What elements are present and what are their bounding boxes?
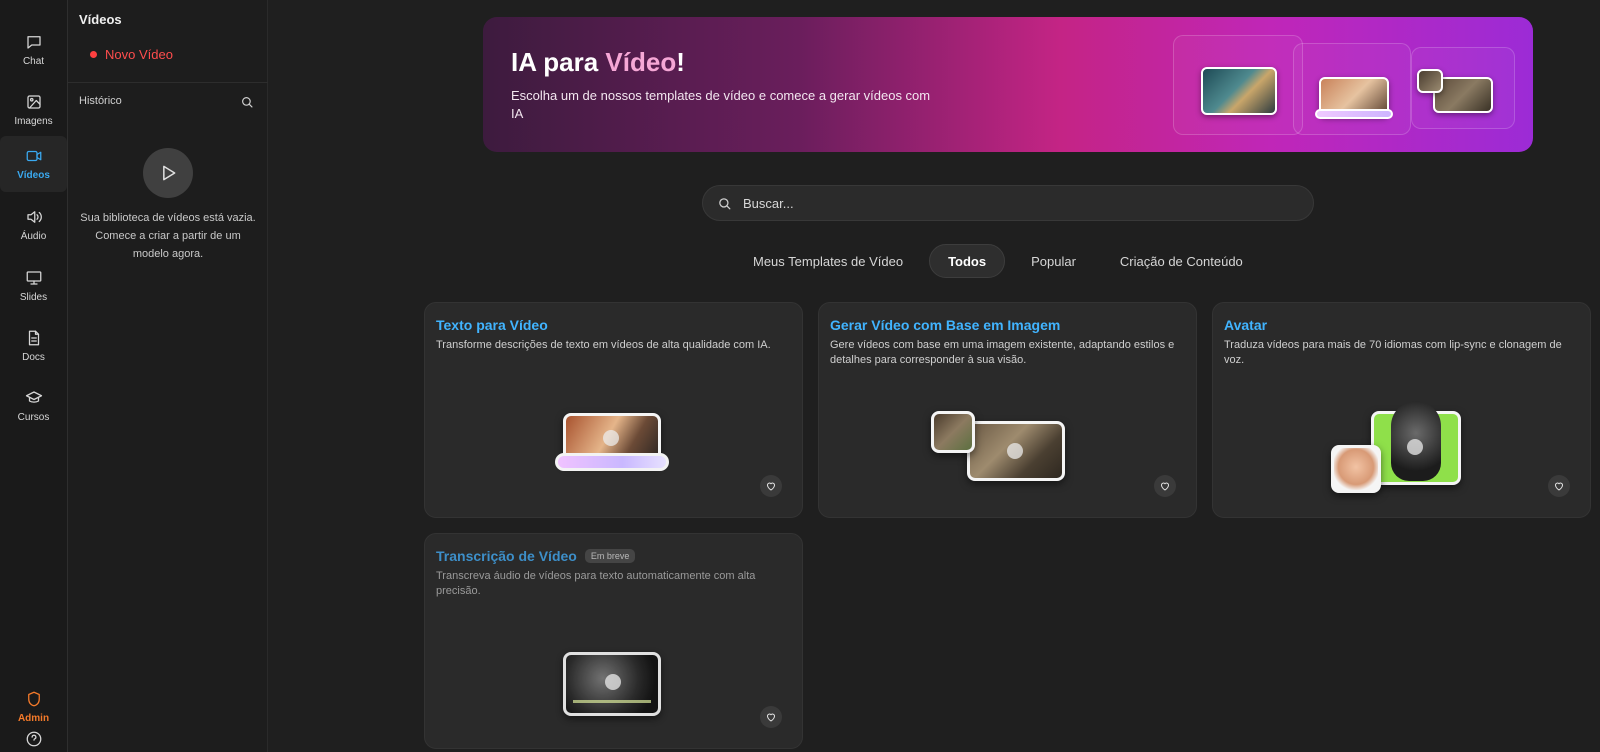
new-video-button[interactable]: Novo Vídeo [90, 47, 173, 62]
new-video-label: Novo Vídeo [105, 47, 173, 62]
nav-item-admin[interactable]: Admin [0, 679, 67, 735]
nav-item-label: Áudio [20, 231, 47, 242]
nav-item-docs[interactable]: Docs [0, 318, 67, 374]
empty-library-message: Sua biblioteca de vídeos está vazia. Com… [80, 212, 256, 260]
nav-item-label: Docs [22, 352, 45, 363]
nav-item-label: Slides [19, 292, 48, 303]
nav-item-label: Imagens [14, 116, 53, 127]
nav-item-videos[interactable]: Vídeos [0, 136, 67, 192]
shield-icon [27, 691, 40, 707]
nav-item-chat[interactable]: Chat [0, 22, 67, 78]
speaker-icon [26, 211, 42, 223]
sidebar-title: Vídeos [79, 12, 122, 27]
heart-icon [767, 482, 775, 491]
tab-popular[interactable]: Popular [1013, 244, 1094, 278]
template-tabs: Meus Templates de Vídeo Todos Popular Cr… [735, 244, 1261, 278]
history-search-button[interactable] [240, 95, 254, 109]
graduation-cap-icon [25, 391, 42, 403]
template-card-text-to-video[interactable]: Texto para Vídeo Transforme descrições d… [424, 302, 803, 518]
favorite-button[interactable] [1548, 475, 1570, 497]
card-description: Gere vídeos com base em uma imagem exist… [830, 339, 1175, 366]
card-title: Transcrição de Vídeo Em breve [436, 548, 636, 564]
banner-title: IA para Vídeo! [511, 47, 685, 77]
icon-rail: Chat Imagens Vídeos Áudio Slides Docs Cu… [0, 0, 68, 752]
image-icon [26, 95, 41, 109]
nav-item-label: Admin [17, 713, 50, 724]
banner-title-highlight: Vídeo [605, 47, 677, 77]
card-description: Transcreva áudio de vídeos para texto au… [436, 570, 756, 597]
search-icon [242, 97, 253, 108]
nav-item-label: Cursos [17, 412, 50, 423]
history-label: Histórico [79, 95, 122, 107]
banner-prompt-bar [1315, 109, 1393, 119]
heart-icon [1555, 482, 1563, 491]
nav-item-help[interactable] [0, 730, 67, 752]
tab-content-creation[interactable]: Criação de Conteúdo [1102, 244, 1261, 278]
heart-icon [767, 713, 775, 722]
document-icon [28, 330, 39, 346]
transcription-illustration [563, 652, 663, 718]
tab-all[interactable]: Todos [929, 244, 1006, 278]
tab-my-templates[interactable]: Meus Templates de Vídeo [735, 244, 921, 278]
favorite-button[interactable] [760, 475, 782, 497]
nav-item-courses[interactable]: Cursos [0, 378, 67, 434]
nav-item-images[interactable]: Imagens [0, 82, 67, 138]
nav-item-label: Chat [22, 56, 45, 67]
video-icon [26, 150, 41, 162]
favorite-button[interactable] [760, 706, 782, 728]
banner-subtitle: Escolha um de nossos templates de vídeo … [511, 88, 931, 121]
banner-thumbnail-source-image [1417, 69, 1443, 93]
hero-banner: IA para Vídeo! Escolha um de nossos temp… [483, 17, 1533, 152]
card-title: Gerar Vídeo com Base em Imagem [830, 317, 1061, 333]
empty-library-play-icon [143, 148, 193, 198]
divider [68, 82, 268, 83]
search-icon [719, 198, 731, 210]
presentation-icon [26, 271, 41, 285]
template-card-video-transcription[interactable]: Transcrição de Vídeo Em breve Transcreva… [424, 533, 803, 749]
nav-item-slides[interactable]: Slides [0, 258, 67, 314]
card-description: Traduza vídeos para mais de 70 idiomas c… [1224, 339, 1562, 366]
nav-item-audio[interactable]: Áudio [0, 197, 67, 253]
image-to-video-illustration [931, 411, 1071, 485]
template-card-avatar[interactable]: Avatar Traduza vídeos para mais de 70 id… [1212, 302, 1591, 518]
banner-thumbnail-creature [1201, 67, 1277, 115]
help-circle-icon [26, 731, 41, 747]
red-dot-icon [90, 51, 97, 58]
favorite-button[interactable] [1154, 475, 1176, 497]
card-description: Transforme descrições de texto em vídeos… [436, 339, 771, 351]
avatar-illustration [1331, 399, 1471, 499]
search-input[interactable] [743, 186, 1303, 220]
play-icon [163, 165, 176, 181]
template-card-image-to-video[interactable]: Gerar Vídeo com Base em Imagem Gere víde… [818, 302, 1197, 518]
coming-soon-badge: Em breve [584, 549, 636, 563]
card-title: Avatar [1224, 317, 1268, 333]
text-to-video-illustration [555, 413, 673, 479]
heart-icon [1161, 482, 1169, 491]
card-title: Texto para Vídeo [436, 317, 548, 333]
videos-sidebar: Vídeos Novo Vídeo Histórico Sua bibliote… [68, 0, 268, 752]
template-search[interactable] [702, 185, 1314, 221]
chat-icon [26, 36, 41, 49]
nav-item-label: Vídeos [17, 170, 50, 181]
